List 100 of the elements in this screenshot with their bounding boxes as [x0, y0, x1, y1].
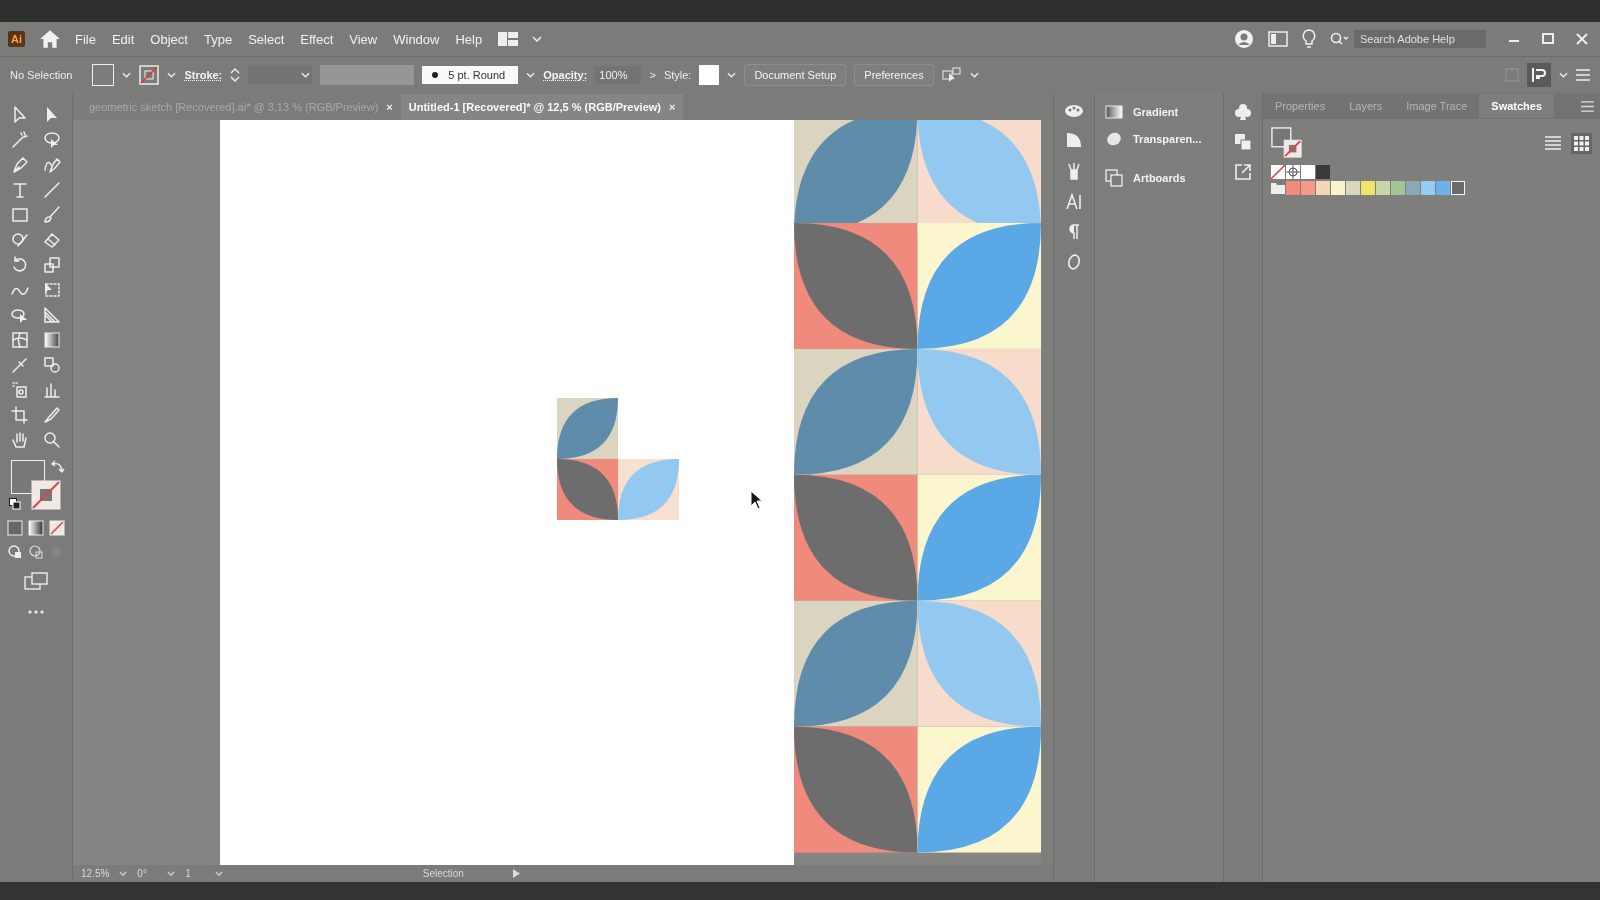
caret-icon[interactable] [1559, 72, 1568, 78]
free-transform-icon[interactable] [42, 280, 62, 300]
stroke-none-swatch-icon[interactable] [139, 65, 160, 85]
menu-item[interactable]: Help [455, 31, 483, 47]
artboard-icon[interactable] [10, 405, 30, 425]
column-graph-icon[interactable] [42, 380, 62, 400]
screen-mode-icon[interactable] [24, 572, 48, 590]
color-swatch[interactable] [1376, 181, 1390, 195]
caret-icon[interactable] [969, 72, 979, 78]
line-segment-icon[interactable] [42, 180, 62, 200]
stroke-label[interactable]: Stroke: [184, 69, 223, 81]
color-swatch[interactable] [1451, 181, 1465, 195]
caret-icon[interactable] [526, 72, 536, 78]
gradient-mode-icon[interactable] [28, 520, 44, 536]
artboard-number-field[interactable]: 1 [185, 868, 206, 879]
panel-tab[interactable]: Layers [1337, 94, 1395, 118]
menu-item[interactable]: Edit [111, 31, 135, 47]
hand-icon[interactable] [10, 430, 30, 450]
color-swatch[interactable] [1421, 181, 1435, 195]
paragraph-icon[interactable] [1067, 223, 1081, 241]
symbol-sprayer-icon[interactable] [10, 380, 30, 400]
curvature-pen-icon[interactable] [42, 155, 62, 175]
eraser-icon[interactable] [42, 230, 62, 250]
document-tab[interactable]: Untitled-1 [Recovered]* @ 12,5 % (RGB/Preview) × [400, 94, 684, 120]
arrange-documents-icon[interactable] [941, 67, 962, 83]
menu-item[interactable]: Object [150, 31, 188, 47]
magic-wand-icon[interactable] [10, 130, 30, 150]
rotation-field[interactable]: 0° [137, 868, 158, 879]
caret-icon[interactable] [122, 72, 132, 78]
registration-swatch-icon[interactable] [1286, 165, 1300, 179]
panel-button[interactable]: Transparen... [1095, 125, 1223, 153]
align-button[interactable] [1527, 63, 1551, 87]
color-swatch[interactable] [1331, 181, 1345, 195]
character-icon[interactable] [1065, 193, 1083, 211]
panel-tab[interactable]: Image Trace [1394, 94, 1480, 118]
fill-swatch[interactable] [92, 64, 115, 86]
play-icon[interactable] [513, 869, 521, 878]
user-account-icon[interactable] [1234, 29, 1254, 49]
color-swatch[interactable] [1361, 181, 1375, 195]
eyedropper-icon[interactable] [10, 355, 30, 375]
caret-icon[interactable] [119, 871, 128, 876]
fill-stroke-indicator-icon[interactable] [1271, 127, 1303, 159]
none-swatch-icon[interactable] [1271, 165, 1285, 179]
lasso-icon[interactable] [42, 130, 62, 150]
style-swatch[interactable] [699, 65, 720, 85]
opacity-more-button[interactable]: > [649, 69, 656, 81]
close-icon[interactable] [1576, 33, 1588, 45]
more-tools-icon[interactable] [28, 610, 44, 614]
color-swatch[interactable] [1316, 165, 1330, 179]
caret-icon[interactable] [727, 72, 737, 78]
brush-dropdown[interactable]: 5 pt. Round [422, 66, 519, 84]
draw-normal-icon[interactable] [7, 544, 23, 560]
rectangle-icon[interactable] [10, 205, 30, 225]
panel-tab[interactable]: Swatches [1479, 94, 1555, 118]
menu-item[interactable]: Window [393, 31, 440, 47]
folder-icon[interactable] [1271, 182, 1285, 194]
zoom-icon[interactable] [42, 430, 62, 450]
scale-icon[interactable] [42, 255, 62, 275]
stepper-icon[interactable] [230, 67, 241, 83]
color-swatch[interactable] [1406, 181, 1420, 195]
none-mode-icon[interactable] [49, 520, 65, 536]
color-mode-icon[interactable] [7, 520, 23, 536]
draw-behind-icon[interactable] [28, 544, 44, 560]
panel-menu-icon[interactable] [1581, 100, 1594, 112]
menu-item[interactable]: View [349, 31, 378, 47]
list-view-icon[interactable] [1545, 136, 1561, 150]
puppet-figure-icon[interactable] [1065, 161, 1083, 181]
tab-close-button[interactable]: × [668, 101, 676, 113]
swap-arrow-icon[interactable] [51, 460, 65, 474]
panel-toggle-icon[interactable] [1268, 31, 1288, 47]
pen-icon[interactable] [10, 155, 30, 175]
opacity-field[interactable]: 100% [595, 66, 642, 84]
menu-item[interactable]: Select [248, 31, 285, 47]
club-icon[interactable] [1234, 103, 1252, 121]
slice-icon[interactable] [42, 405, 62, 425]
color-swatch[interactable] [1301, 165, 1315, 179]
panel-tab[interactable]: Properties [1263, 94, 1338, 118]
mesh-icon[interactable] [10, 330, 30, 350]
panel-button[interactable]: Gradient [1095, 99, 1223, 125]
toolbar-button[interactable]: Preferences [854, 64, 934, 86]
paintbrush-icon[interactable] [42, 205, 62, 225]
panel-button[interactable]: Artboards [1095, 163, 1223, 193]
caret-icon[interactable] [167, 72, 177, 78]
maximize-icon[interactable] [1542, 33, 1554, 45]
pathfinder-icon[interactable] [1234, 133, 1252, 151]
caret-icon[interactable] [167, 871, 176, 876]
menu-item[interactable]: Effect [300, 31, 334, 47]
perspective-grid-icon[interactable] [42, 305, 62, 325]
blend-icon[interactable] [42, 355, 62, 375]
home-icon[interactable] [39, 28, 61, 50]
menu-item[interactable]: Type [203, 31, 233, 47]
menu-item[interactable]: File [75, 31, 96, 47]
menu-icon[interactable] [1576, 69, 1590, 81]
zoom-level-field[interactable]: 12.5% [81, 868, 110, 879]
toolbar-button[interactable]: Document Setup [744, 64, 847, 86]
color-palette-icon[interactable] [1064, 103, 1084, 119]
shaper-icon[interactable] [10, 230, 30, 250]
color-swatch[interactable] [1346, 181, 1360, 195]
color-swatch[interactable] [1316, 181, 1330, 195]
grid-view-button[interactable] [1571, 132, 1592, 154]
